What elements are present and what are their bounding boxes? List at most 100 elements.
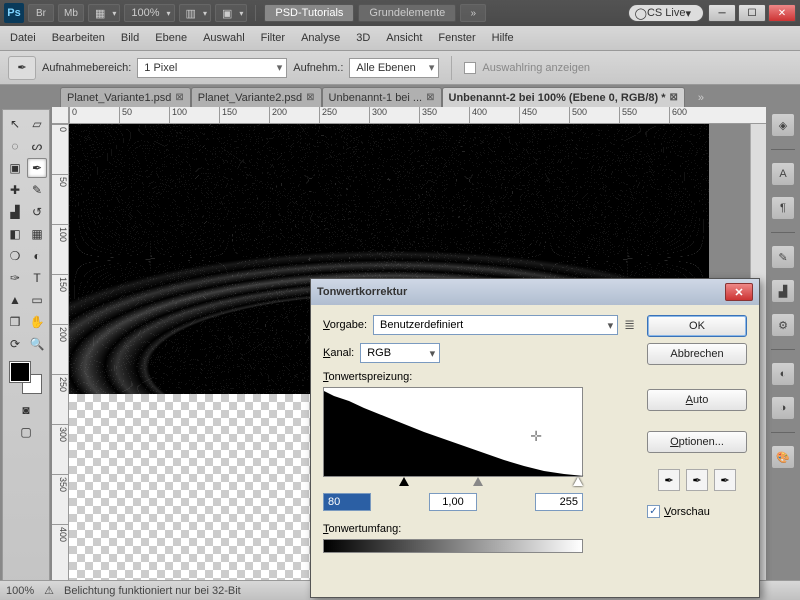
menu-bearbeiten[interactable]: Bearbeiten	[52, 32, 105, 44]
screenmode-dropdown[interactable]: ▣	[215, 4, 247, 22]
quickmask-toggle[interactable]: ◙	[16, 400, 36, 420]
window-minimize-button[interactable]: ─	[708, 4, 736, 22]
paragraph-panel-icon[interactable]: ¶	[771, 196, 795, 220]
ruler-horizontal[interactable]: 0 50 100 150 200 250 300 350 400 450 500…	[69, 107, 766, 124]
divider	[771, 349, 795, 350]
minibridge-button[interactable]: Mb	[58, 4, 84, 22]
menu-analyse[interactable]: Analyse	[301, 32, 340, 44]
tab-overflow-button[interactable]: »	[689, 89, 713, 107]
dialog-close-button[interactable]: ✕	[725, 283, 753, 301]
styles-panel-icon[interactable]: ◈	[771, 113, 795, 137]
eyedropper-tool[interactable]: ✒	[27, 158, 47, 178]
workspace-btn-grundelemente[interactable]: Grundelemente	[358, 4, 456, 22]
presets-panel-icon[interactable]: ⚙	[771, 313, 795, 337]
bridge-button[interactable]: Br	[28, 4, 54, 22]
menu-fenster[interactable]: Fenster	[438, 32, 475, 44]
menu-ebene[interactable]: Ebene	[155, 32, 187, 44]
black-eyedropper-icon[interactable]: ✒	[658, 469, 680, 491]
auto-button[interactable]: Auto	[647, 389, 747, 411]
eraser-tool[interactable]: ◧	[5, 224, 25, 244]
3d-tool[interactable]: ❒	[5, 312, 25, 332]
crop-tool[interactable]: ▣	[5, 158, 25, 178]
doc-tab-4[interactable]: Unbenannt-2 bei 100% (Ebene 0, RGB/8) *⊠	[442, 87, 685, 107]
black-point-field[interactable]: 80	[323, 493, 371, 511]
healing-tool[interactable]: ✚	[5, 180, 25, 200]
close-icon[interactable]: ⊠	[670, 92, 678, 103]
view-extras-dropdown[interactable]: ▦	[88, 4, 120, 22]
clone-panel-icon[interactable]: ▟	[771, 279, 795, 303]
close-icon[interactable]: ⊠	[426, 92, 434, 103]
dodge-tool[interactable]: ◐	[27, 246, 47, 266]
stamp-tool[interactable]: ▟	[5, 202, 25, 222]
output-gradient[interactable]	[323, 539, 583, 553]
color-panel-icon[interactable]: 🎨	[771, 445, 795, 469]
preset-dropdown[interactable]: Benutzerdefiniert	[373, 315, 618, 335]
move-tool[interactable]: ↖	[5, 114, 25, 134]
ruler-vertical[interactable]: 0 50 100 150 200 250 300 350 400	[52, 124, 69, 600]
menu-hilfe[interactable]: Hilfe	[492, 32, 514, 44]
gamma-slider[interactable]	[473, 477, 483, 486]
preview-checkbox[interactable]: ✓	[647, 505, 660, 518]
menu-datei[interactable]: Datei	[10, 32, 36, 44]
character-panel-icon[interactable]: A	[771, 162, 795, 186]
channel-dropdown[interactable]: RGB	[360, 343, 440, 363]
cslive-button[interactable]: ◯ CS Live ▾	[628, 4, 704, 22]
workspace-btn-psd-tutorials[interactable]: PSD-Tutorials	[264, 4, 354, 22]
path-select-tool[interactable]: ▲	[5, 290, 25, 310]
doc-tab-2[interactable]: Planet_Variante2.psd⊠	[191, 87, 322, 107]
menu-bild[interactable]: Bild	[121, 32, 139, 44]
zoom-dropdown[interactable]: 100%	[124, 4, 174, 22]
ok-button[interactable]: OK	[647, 315, 747, 337]
artboard-tool[interactable]: ▱	[27, 114, 47, 134]
blur-tool[interactable]: ❍	[5, 246, 25, 266]
preset-menu-icon[interactable]: ≣	[624, 317, 635, 333]
ruler-origin[interactable]	[52, 107, 69, 124]
adjustments-panel-icon[interactable]: ◐	[771, 362, 795, 386]
marquee-tool[interactable]: ◌	[5, 136, 25, 156]
menu-auswahl[interactable]: Auswahl	[203, 32, 245, 44]
input-level-fields: 80 1,00 255	[323, 493, 583, 511]
hand-tool[interactable]: ✋	[27, 312, 47, 332]
brushes-panel-icon[interactable]: ✎	[771, 245, 795, 269]
sample-mode-dropdown[interactable]: Alle Ebenen	[349, 58, 439, 78]
gamma-field[interactable]: 1,00	[429, 493, 477, 511]
options-button[interactable]: Optionen...	[647, 431, 747, 453]
color-swatches[interactable]	[10, 362, 42, 394]
sample-size-dropdown[interactable]: 1 Pixel	[137, 58, 287, 78]
window-maximize-button[interactable]: ☐	[738, 4, 766, 22]
menu-filter[interactable]: Filter	[261, 32, 285, 44]
screenmode-toggle[interactable]: ▢	[16, 422, 36, 442]
zoom-tool[interactable]: 🔍	[27, 334, 47, 354]
history-brush-tool[interactable]: ↺	[27, 202, 47, 222]
workspace-more-button[interactable]: »	[460, 4, 486, 22]
masks-panel-icon[interactable]: ◑	[771, 396, 795, 420]
close-icon[interactable]: ⊠	[175, 92, 183, 103]
show-ring-checkbox[interactable]	[464, 62, 476, 74]
rotate-tool[interactable]: ⟳	[5, 334, 25, 354]
sample-mode-label: Aufnehm.:	[293, 62, 343, 74]
gradient-tool[interactable]: ▦	[27, 224, 47, 244]
arrange-dropdown[interactable]: ▥	[179, 4, 211, 22]
menu-3d[interactable]: 3D	[356, 32, 370, 44]
close-icon[interactable]: ⊠	[306, 92, 314, 103]
doc-tab-3[interactable]: Unbenannt-1 bei ...⊠	[322, 87, 442, 107]
brush-tool[interactable]: ✎	[27, 180, 47, 200]
gray-eyedropper-icon[interactable]: ✒	[686, 469, 708, 491]
white-point-field[interactable]: 255	[535, 493, 583, 511]
foreground-color-swatch[interactable]	[10, 362, 30, 382]
dialog-titlebar[interactable]: Tonwertkorrektur ✕	[311, 279, 759, 305]
white-eyedropper-icon[interactable]: ✒	[714, 469, 736, 491]
white-point-slider[interactable]	[573, 477, 583, 486]
shape-tool[interactable]: ▭	[27, 290, 47, 310]
pen-tool[interactable]: ✑	[5, 268, 25, 288]
cancel-button[interactable]: Abbrechen	[647, 343, 747, 365]
type-tool[interactable]: T	[27, 268, 47, 288]
current-tool-icon[interactable]: ✒	[8, 56, 36, 80]
doc-tab-1[interactable]: Planet_Variante1.psd⊠	[60, 87, 191, 107]
histogram[interactable]: ✛	[323, 387, 583, 477]
lasso-tool[interactable]: ᔕ	[27, 136, 47, 156]
menu-ansicht[interactable]: Ansicht	[386, 32, 422, 44]
window-close-button[interactable]: ✕	[768, 4, 796, 22]
black-point-slider[interactable]	[399, 477, 409, 486]
status-zoom[interactable]: 100%	[6, 585, 34, 597]
